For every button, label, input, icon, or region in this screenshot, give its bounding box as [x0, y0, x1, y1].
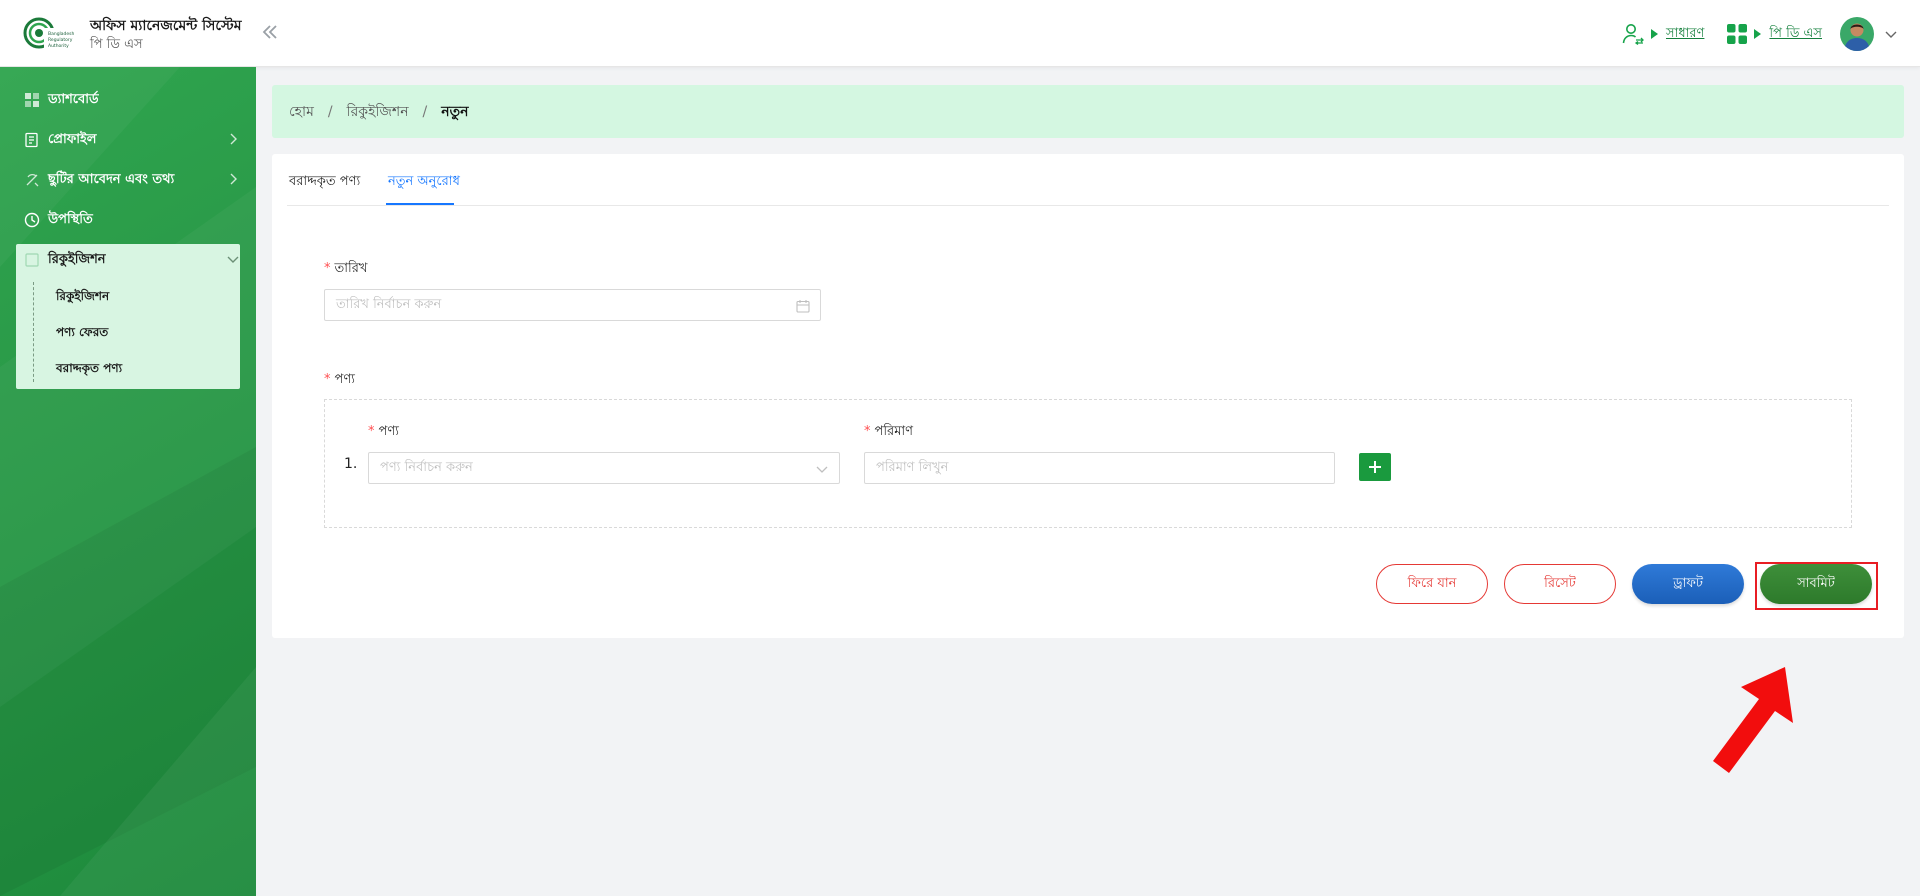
sidebar-item-profile[interactable]: প্রোফাইল: [24, 128, 240, 152]
svg-text:Bangladesh: Bangladesh: [48, 31, 74, 37]
app-logo: Bangladesh Regulatory Authority: [23, 17, 74, 50]
clock-icon: [24, 212, 40, 228]
quantity-field-label-text: পরিমাণ: [874, 424, 914, 439]
quantity-placeholder: পরিমাণ লিখুন: [876, 459, 949, 475]
sidebar-subitem-allocated[interactable]: বরাদ্দকৃত পণ্য: [56, 360, 122, 380]
header-actions: সাধারণ পি ডি এস: [1599, 16, 1898, 52]
submit-highlight-box: [1755, 562, 1878, 610]
sidebar-item-attendance[interactable]: উপস্থিতি: [24, 208, 240, 232]
chevron-down-icon: [227, 256, 239, 263]
requisition-icon: [25, 253, 39, 267]
annotation-arrow: [1713, 667, 1793, 773]
calendar-icon: [796, 300, 810, 313]
add-row-button[interactable]: [1359, 453, 1391, 481]
submenu-guide-line: [33, 282, 34, 382]
required-mark: *: [324, 261, 331, 276]
breadcrumb-section[interactable]: রিকুইজিশন: [347, 100, 409, 124]
caret-right-icon: [1650, 29, 1658, 39]
breadcrumb-separator: /: [327, 103, 333, 120]
quantity-field-label: * পরিমাণ: [864, 422, 913, 443]
required-mark: *: [324, 372, 331, 387]
user-avatar[interactable]: [1840, 17, 1874, 51]
sidebar-item-leave[interactable]: ছুটির আবেদন এবং তথ্য: [24, 168, 240, 192]
active-tab-indicator: [386, 203, 454, 205]
reset-button[interactable]: রিসেট: [1504, 564, 1616, 604]
required-mark: *: [368, 424, 375, 439]
sidebar-item-label: ড্যাশবোর্ড: [48, 91, 99, 107]
profile-icon: [25, 132, 38, 148]
tab-bar: বরাদ্দকৃত পণ্য নতুন অনুরোধ: [287, 154, 1889, 206]
breadcrumb-home[interactable]: হোম: [289, 100, 314, 124]
breadcrumb-separator: /: [422, 103, 428, 120]
sidebar-subitem-return[interactable]: পণ্য ফেরত: [56, 324, 108, 344]
role-link[interactable]: সাধারণ: [1666, 24, 1704, 45]
date-label-text: তারিখ: [334, 261, 368, 276]
product-select[interactable]: পণ্য নির্বাচন করুন: [368, 452, 840, 484]
dashboard-icon: [25, 93, 39, 107]
top-header: Bangladesh Regulatory Authority অফিস ম্য…: [0, 0, 1920, 67]
breadcrumb: হোম / রিকুইজিশন / নতুন: [272, 85, 1904, 138]
caret-right-icon: [1754, 29, 1762, 39]
date-picker-input[interactable]: তারিখ নির্বাচন করুন: [324, 289, 821, 321]
svg-text:Authority: Authority: [48, 43, 69, 49]
sidebar-item-requisition[interactable]: রিকুইজিশন: [24, 248, 240, 272]
product-section-label: * পণ্য: [324, 370, 355, 391]
requisition-card: বরাদ্দকৃত পণ্য নতুন অনুরোধ * তারিখ তারিখ …: [272, 154, 1904, 638]
chevron-right-icon: [230, 133, 237, 145]
module-switcher[interactable]: পি ডি এস: [1726, 23, 1822, 45]
sidebar-item-label: উপস্থিতি: [48, 211, 93, 227]
user-switch-icon: [1622, 24, 1644, 46]
row-number: 1.: [344, 456, 358, 472]
back-button[interactable]: ফিরে যান: [1376, 564, 1488, 604]
chevron-down-icon: [816, 466, 828, 473]
product-field-label: * পণ্য: [368, 422, 399, 443]
draft-button[interactable]: ড্রাফট: [1632, 564, 1744, 604]
double-chevron-left-icon: [262, 25, 277, 39]
sidebar-item-dashboard[interactable]: ড্যাশবোর্ড: [24, 88, 240, 112]
sidebar-item-label: রিকুইজিশন: [48, 251, 106, 267]
apps-grid-icon: [1727, 24, 1748, 44]
chevron-down-icon[interactable]: [1884, 27, 1898, 41]
sidebar-collapse-button[interactable]: [258, 20, 282, 44]
chevron-right-icon: [230, 173, 237, 185]
app-subtitle: পি ডি এস: [90, 37, 143, 52]
breadcrumb-current: নতুন: [441, 103, 469, 120]
sidebar-item-label: ছুটির আবেদন এবং তথ্য: [48, 171, 175, 187]
role-switcher[interactable]: সাধারণ: [1621, 22, 1704, 46]
module-link[interactable]: পি ডি এস: [1769, 24, 1822, 45]
quantity-input[interactable]: পরিমাণ লিখুন: [864, 452, 1335, 484]
leave-icon: [26, 173, 39, 187]
date-placeholder: তারিখ নির্বাচন করুন: [336, 296, 442, 312]
required-mark: *: [864, 424, 871, 439]
svg-text:Regulatory: Regulatory: [48, 37, 73, 43]
sidebar: ড্যাশবোর্ড প্রোফাইল ছুটির আবেদন এবং তথ্য…: [0, 67, 256, 896]
product-field-label-text: পণ্য: [378, 424, 399, 439]
sidebar-item-label: প্রোফাইল: [48, 131, 97, 147]
sidebar-subitem-requisition[interactable]: রিকুইজিশন: [56, 288, 109, 308]
plus-icon: [1369, 461, 1381, 473]
tab-new-request[interactable]: নতুন অনুরোধ: [388, 172, 460, 193]
date-label: * তারিখ: [324, 259, 367, 280]
product-placeholder: পণ্য নির্বাচন করুন: [380, 459, 473, 475]
tab-allocated-products[interactable]: বরাদ্দকৃত পণ্য: [289, 172, 360, 193]
product-section-label-text: পণ্য: [334, 372, 355, 387]
